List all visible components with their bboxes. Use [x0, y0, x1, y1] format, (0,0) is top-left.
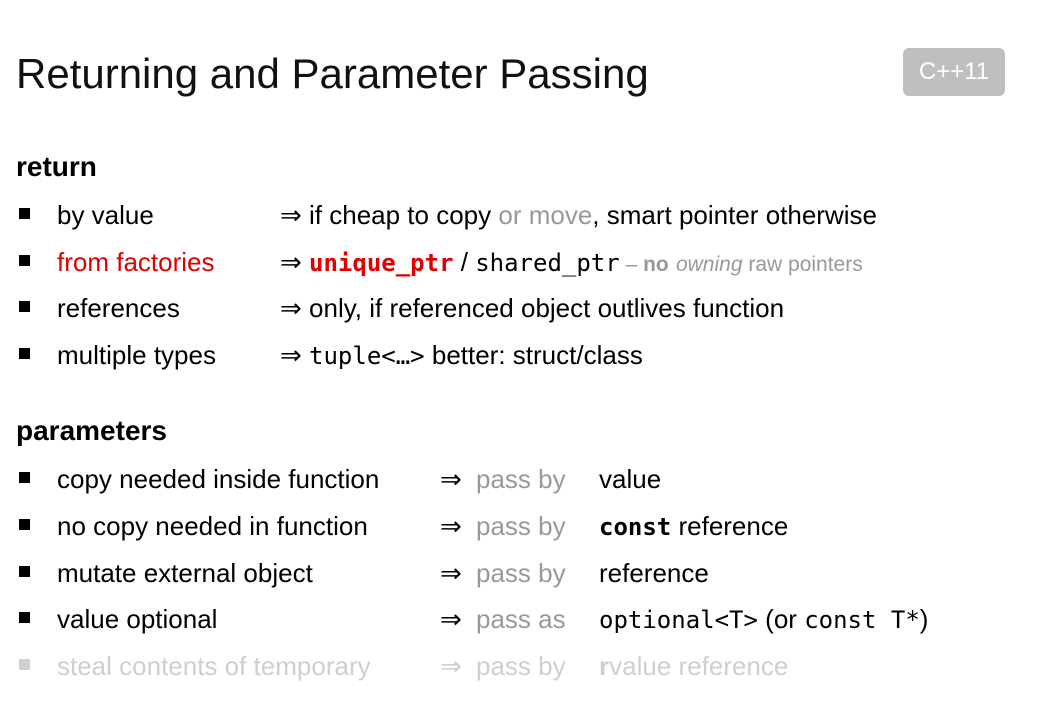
shared-ptr-code: shared_ptr	[475, 249, 620, 277]
row-label: by value	[57, 200, 154, 230]
implies-arrow-icon: ⇒	[280, 293, 302, 323]
row-label: steal contents of temporary	[57, 651, 371, 681]
const-code: const	[599, 513, 672, 541]
bullet-icon	[19, 612, 30, 623]
implies-arrow-icon: ⇒	[280, 200, 302, 230]
optional-code: optional<T>	[599, 606, 758, 634]
implies-arrow-icon: ⇒	[440, 464, 462, 494]
implies-arrow-icon: ⇒	[280, 340, 302, 370]
row-label: mutate external object	[57, 558, 313, 588]
bullet-icon	[19, 255, 30, 266]
unique-ptr-code: unique_ptr	[309, 249, 454, 277]
param-row-no-copy: no copy needed in function ⇒ pass by con…	[0, 504, 1040, 548]
implies-arrow-icon: ⇒	[440, 651, 462, 681]
return-row-references: references ⇒ only, if referenced object …	[0, 286, 1040, 330]
bullet-icon	[19, 348, 30, 359]
implies-arrow-icon: ⇒	[440, 604, 462, 634]
implies-arrow-icon: ⇒	[440, 558, 462, 588]
return-row-by-value: by value ⇒ if cheap to copy or move, sma…	[0, 193, 1040, 237]
row-label: references	[57, 293, 180, 323]
return-row-multiple-types: multiple types ⇒ tuple<…> better: struct…	[0, 333, 1040, 377]
implies-arrow-icon: ⇒	[280, 247, 302, 277]
slide-title: Returning and Parameter Passing	[16, 50, 649, 97]
bullet-icon	[19, 519, 30, 530]
bullet-icon	[19, 208, 30, 219]
param-row-mutate: mutate external object ⇒ pass by referen…	[0, 551, 1040, 595]
implies-arrow-icon: ⇒	[440, 511, 462, 541]
bullet-icon	[19, 472, 30, 483]
row-label: no copy needed in function	[57, 511, 368, 541]
tuple-code: tuple<…>	[309, 342, 425, 370]
row-label: from factories	[57, 247, 215, 277]
row-label: copy needed inside function	[57, 464, 380, 494]
row-label: multiple types	[57, 340, 216, 370]
bullet-icon	[19, 659, 30, 670]
bullet-icon	[19, 566, 30, 577]
param-row-optional: value optional ⇒ pass as optional<T> (or…	[0, 597, 1040, 641]
bullet-icon	[19, 301, 30, 312]
param-row-copy-needed: copy needed inside function ⇒ pass by va…	[0, 457, 1040, 501]
const-pointer-code: const T*	[804, 606, 920, 634]
row-label: value optional	[57, 604, 218, 634]
return-heading: return	[16, 151, 97, 182]
cpp11-badge: C++11	[903, 48, 1005, 96]
return-row-factories: from factories ⇒ unique_ptr / shared_ptr…	[0, 240, 1040, 284]
parameters-heading: parameters	[16, 415, 167, 446]
param-row-steal: steal contents of temporary ⇒ pass by rv…	[0, 644, 1040, 688]
